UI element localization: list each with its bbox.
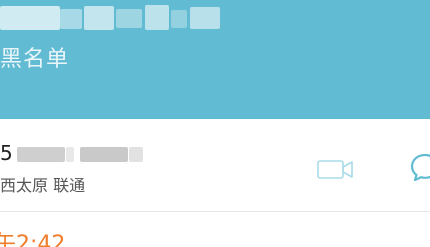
message-button[interactable] <box>410 152 430 182</box>
contact-row[interactable]: 5 西太原 联通 <box>0 119 430 212</box>
carrier-location: 西太原 联通 <box>0 176 86 195</box>
blurred-title <box>60 9 82 29</box>
call-log-row[interactable]: 午2:42 <box>0 212 430 247</box>
blurred-title <box>84 6 114 30</box>
phone-screen: 黑名单 5 西太原 联通 午2:42 <box>0 0 430 247</box>
blurred-phone-number <box>80 147 128 162</box>
call-time: 午2:42 <box>0 232 66 247</box>
blurred-phone-number <box>66 147 74 162</box>
blurred-title <box>116 9 142 28</box>
page-subtitle: 黑名单 <box>0 47 70 72</box>
blurred-title <box>145 5 169 30</box>
blurred-phone-number <box>17 147 65 162</box>
message-bubble-icon <box>410 153 430 182</box>
phone-number-prefix: 5 <box>0 141 13 165</box>
header-bar: 黑名单 <box>0 0 430 119</box>
blurred-phone-number <box>129 147 143 162</box>
blurred-title <box>0 6 60 30</box>
blurred-title <box>171 10 187 28</box>
blurred-title <box>190 7 220 29</box>
video-call-icon <box>317 160 353 179</box>
video-call-button[interactable] <box>316 156 358 182</box>
